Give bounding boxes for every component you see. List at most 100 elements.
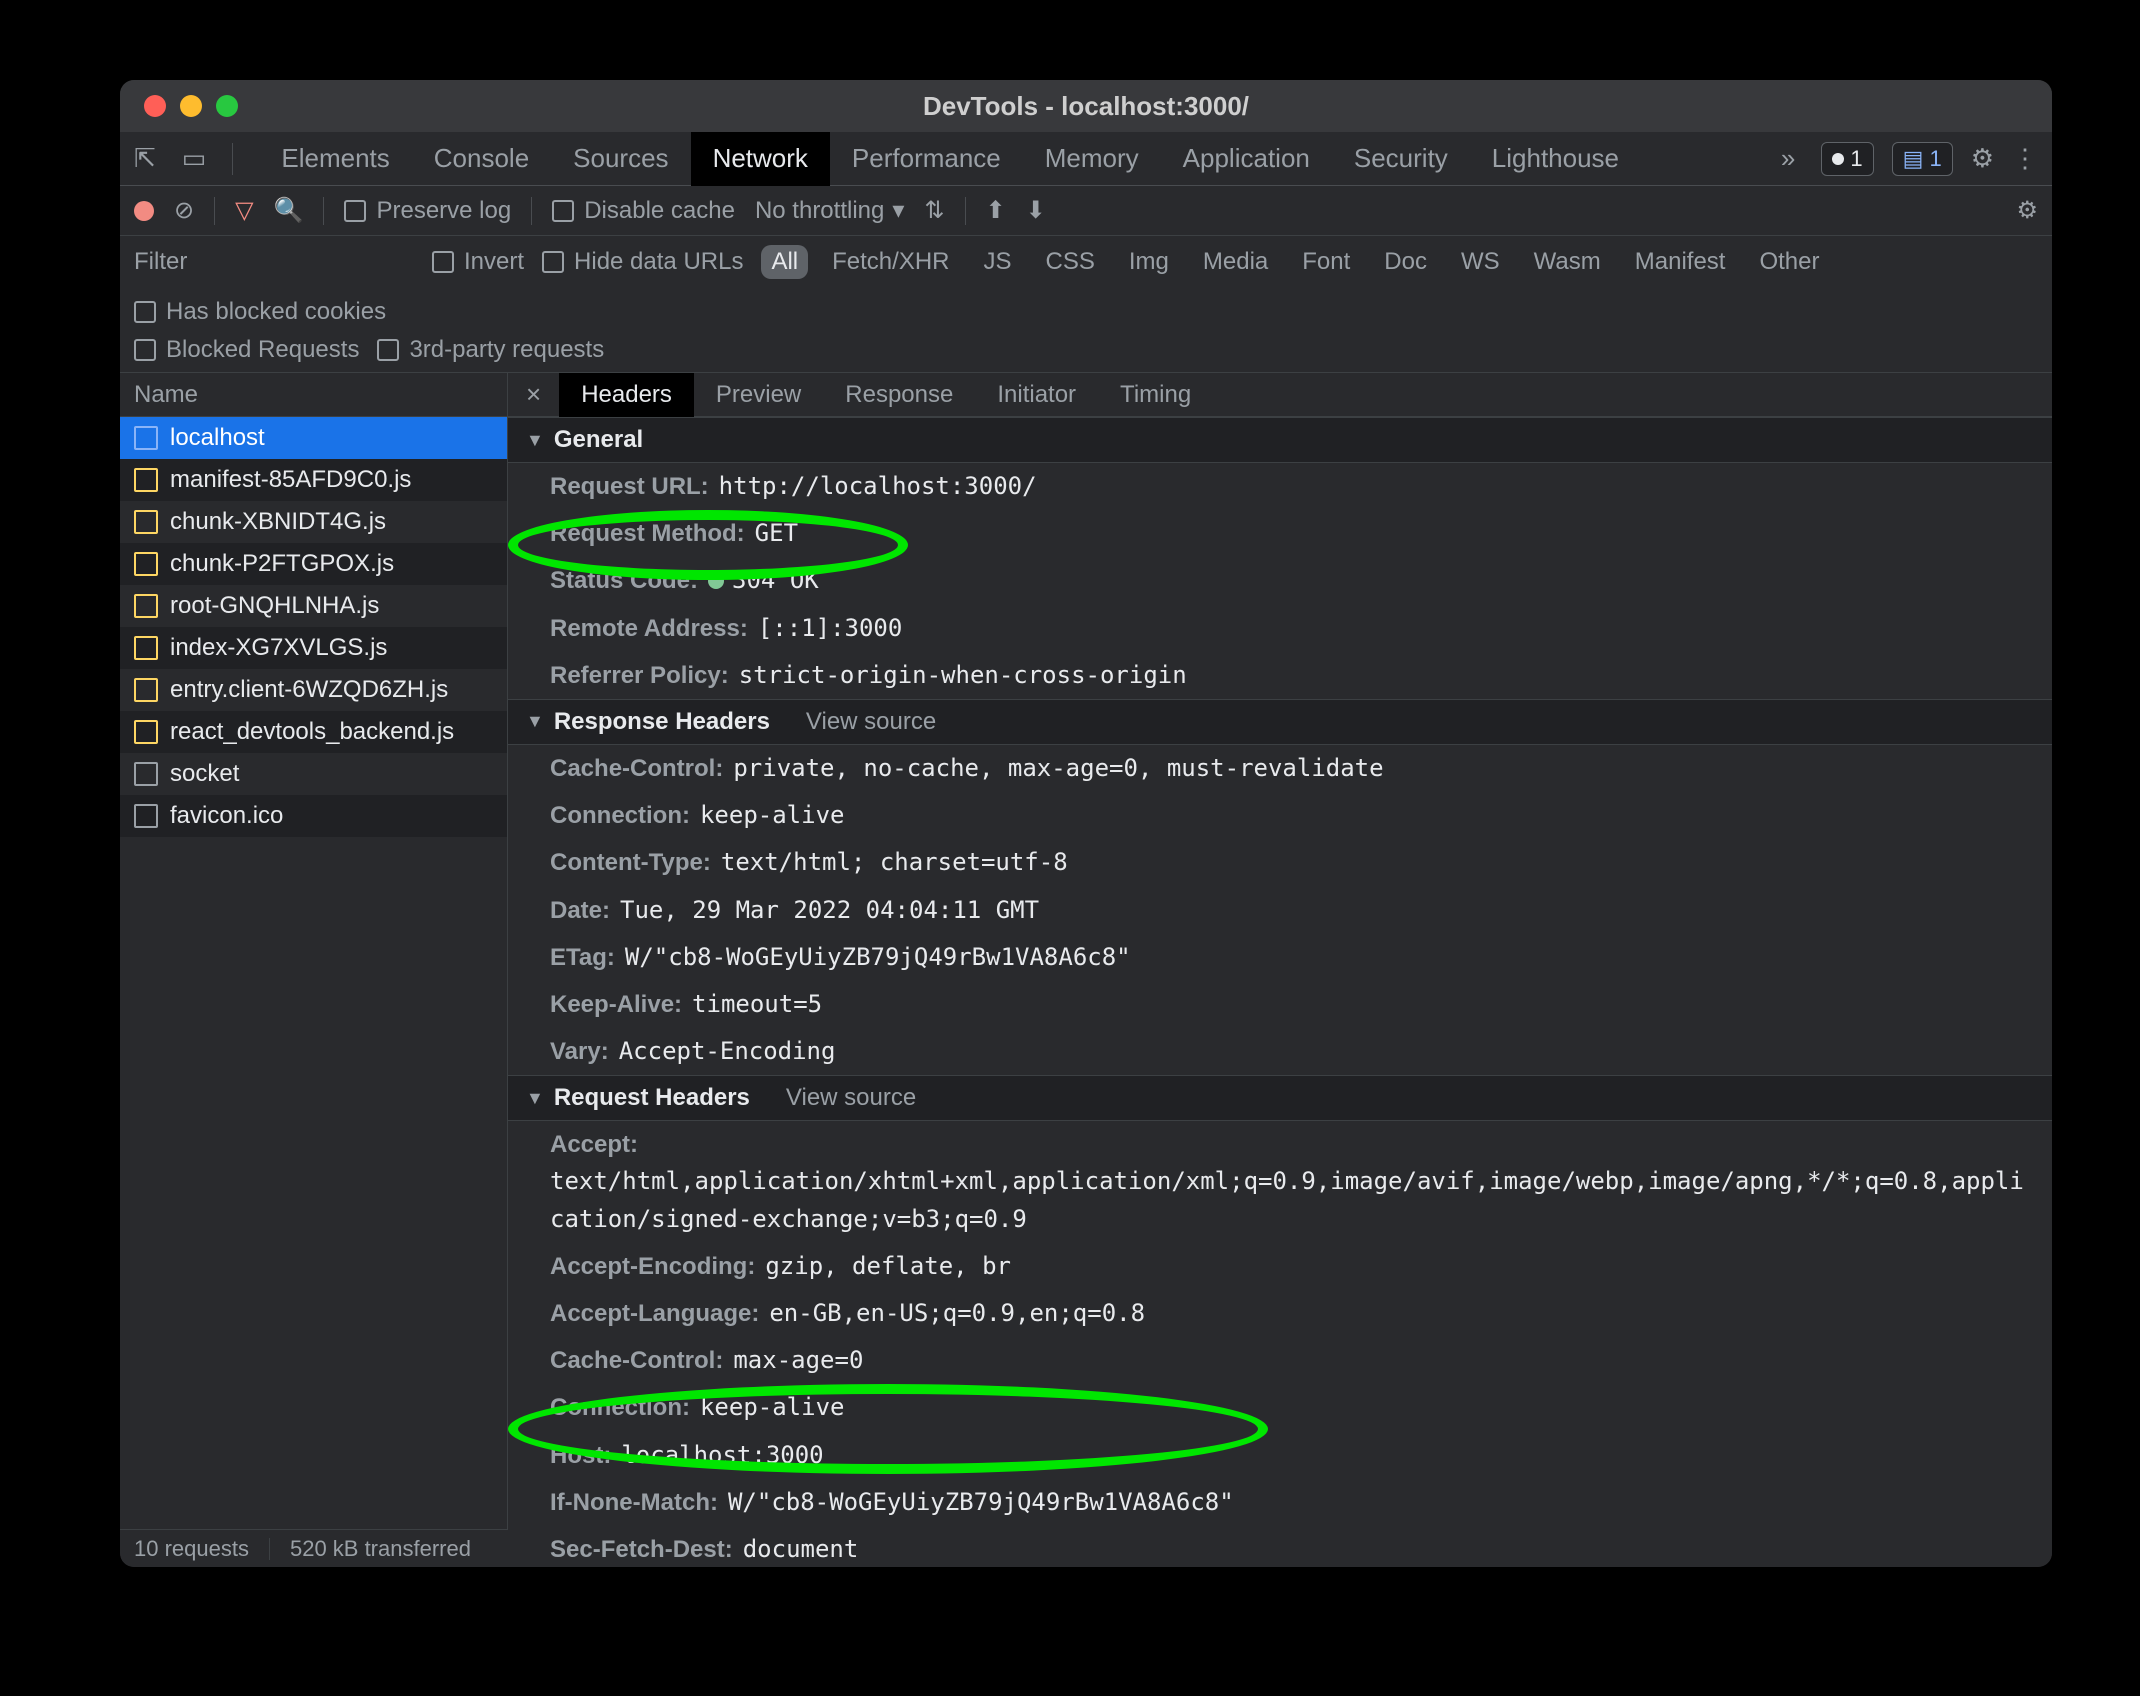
detail-tab-initiator[interactable]: Initiator bbox=[975, 373, 1098, 417]
pill-manifest[interactable]: Manifest bbox=[1625, 245, 1736, 279]
request-row[interactable]: entry.client-6WZQD6ZH.js bbox=[120, 669, 507, 711]
device-toggle-icon[interactable]: ▭ bbox=[182, 143, 207, 174]
throttling-label: No throttling bbox=[755, 197, 884, 225]
pill-fetchxhr[interactable]: Fetch/XHR bbox=[822, 245, 959, 279]
request-row[interactable]: chunk-XBNIDT4G.js bbox=[120, 501, 507, 543]
close-window-button[interactable] bbox=[144, 95, 166, 117]
section-header[interactable]: ▼Response HeadersView source bbox=[508, 699, 2052, 745]
section-title: Response Headers bbox=[554, 708, 770, 736]
message-badge[interactable]: ▤1 bbox=[1892, 142, 1953, 176]
upload-icon[interactable]: ⬆ bbox=[986, 196, 1006, 225]
detail-tab-response[interactable]: Response bbox=[823, 373, 975, 417]
error-badge[interactable]: 1 bbox=[1821, 142, 1873, 176]
main-toolbar: ⇱ ▭ ElementsConsoleSourcesNetworkPerform… bbox=[120, 132, 2052, 186]
detail-tab-preview[interactable]: Preview bbox=[694, 373, 823, 417]
header-row: Accept-Language:en-GB,en-US;q=0.9,en;q=0… bbox=[508, 1290, 2052, 1337]
clear-icon[interactable]: ⊘ bbox=[174, 196, 194, 225]
content-area: Name localhostmanifest-85AFD9C0.jschunk-… bbox=[120, 373, 2052, 1567]
request-name: favicon.ico bbox=[170, 802, 283, 830]
detail-tabs: × HeadersPreviewResponseInitiatorTiming bbox=[508, 373, 2052, 417]
detail-tab-timing[interactable]: Timing bbox=[1098, 373, 1213, 417]
status-bar: 10 requests 520 kB transferred bbox=[120, 1529, 508, 1567]
hide-data-urls-checkbox[interactable]: Hide data URLs bbox=[542, 248, 743, 276]
filter-toggle-icon[interactable]: ▽ bbox=[235, 196, 253, 225]
pill-wasm[interactable]: Wasm bbox=[1524, 245, 1611, 279]
third-party-checkbox[interactable]: 3rd-party requests bbox=[377, 336, 604, 364]
request-row[interactable]: socket bbox=[120, 753, 507, 795]
request-row[interactable]: index-XG7XVLGS.js bbox=[120, 627, 507, 669]
titlebar: DevTools - localhost:3000/ bbox=[120, 80, 2052, 132]
wifi-icon[interactable]: ⇅ bbox=[924, 196, 944, 225]
has-blocked-cookies-checkbox[interactable]: Has blocked cookies bbox=[134, 298, 386, 326]
pill-ws[interactable]: WS bbox=[1451, 245, 1510, 279]
tab-lighthouse[interactable]: Lighthouse bbox=[1470, 132, 1641, 186]
tab-application[interactable]: Application bbox=[1161, 132, 1332, 186]
tab-console[interactable]: Console bbox=[412, 132, 551, 186]
pill-font[interactable]: Font bbox=[1292, 245, 1360, 279]
download-icon[interactable]: ⬇ bbox=[1026, 196, 1046, 225]
tab-memory[interactable]: Memory bbox=[1023, 132, 1161, 186]
section-header[interactable]: ▼Request HeadersView source bbox=[508, 1075, 2052, 1121]
preserve-log-checkbox[interactable]: Preserve log bbox=[344, 197, 511, 225]
request-row[interactable]: favicon.ico bbox=[120, 795, 507, 837]
header-row: Connection:keep-alive bbox=[508, 1384, 2052, 1431]
header-key: Remote Address: bbox=[550, 610, 748, 647]
js-file-icon bbox=[134, 468, 158, 492]
settings-icon[interactable]: ⚙ bbox=[1971, 143, 1994, 174]
request-details: × HeadersPreviewResponseInitiatorTiming … bbox=[508, 373, 2052, 1567]
tab-performance[interactable]: Performance bbox=[830, 132, 1023, 186]
close-details-icon[interactable]: × bbox=[508, 379, 559, 410]
header-key: Content-Type: bbox=[550, 844, 711, 881]
search-icon[interactable]: 🔍 bbox=[274, 196, 304, 225]
disable-cache-checkbox[interactable]: Disable cache bbox=[552, 197, 735, 225]
request-row[interactable]: root-GNQHLNHA.js bbox=[120, 585, 507, 627]
pill-css[interactable]: CSS bbox=[1036, 245, 1105, 279]
pill-media[interactable]: Media bbox=[1193, 245, 1278, 279]
request-row[interactable]: chunk-P2FTGPOX.js bbox=[120, 543, 507, 585]
more-tabs-icon[interactable]: » bbox=[1781, 143, 1795, 174]
header-key: Keep-Alive: bbox=[550, 986, 682, 1023]
pill-all[interactable]: All bbox=[761, 245, 808, 279]
section-header[interactable]: ▼General bbox=[508, 417, 2052, 463]
request-row[interactable]: manifest-85AFD9C0.js bbox=[120, 459, 507, 501]
checkbox-icon bbox=[542, 251, 564, 273]
pill-other[interactable]: Other bbox=[1749, 245, 1829, 279]
header-value: keep-alive bbox=[700, 797, 845, 834]
view-source-link[interactable]: View source bbox=[806, 708, 936, 736]
tab-sources[interactable]: Sources bbox=[551, 132, 690, 186]
divider bbox=[531, 197, 532, 225]
blocked-requests-checkbox[interactable]: Blocked Requests bbox=[134, 336, 359, 364]
view-source-link[interactable]: View source bbox=[786, 1084, 916, 1112]
maximize-window-button[interactable] bbox=[216, 95, 238, 117]
header-row: Keep-Alive: timeout=5 bbox=[508, 981, 2052, 1028]
header-key: If-None-Match: bbox=[550, 1484, 718, 1521]
divider bbox=[965, 197, 966, 225]
pill-js[interactable]: JS bbox=[974, 245, 1022, 279]
throttling-select[interactable]: No throttling▾ bbox=[755, 196, 904, 225]
inspect-icon[interactable]: ⇱ bbox=[134, 143, 156, 174]
divider bbox=[269, 1538, 270, 1560]
filter-input[interactable]: Filter bbox=[134, 244, 414, 280]
error-count: 1 bbox=[1850, 146, 1862, 172]
name-column-header[interactable]: Name bbox=[120, 373, 507, 417]
header-row: Cache-Control:max-age=0 bbox=[508, 1337, 2052, 1384]
pill-img[interactable]: Img bbox=[1119, 245, 1179, 279]
minimize-window-button[interactable] bbox=[180, 95, 202, 117]
header-key: Request Method: bbox=[550, 515, 745, 552]
message-icon: ▤ bbox=[1903, 146, 1924, 172]
record-button[interactable] bbox=[134, 201, 154, 221]
header-value: timeout=5 bbox=[692, 986, 822, 1023]
network-settings-icon[interactable]: ⚙ bbox=[2016, 196, 2038, 225]
request-row[interactable]: localhost bbox=[120, 417, 507, 459]
pill-doc[interactable]: Doc bbox=[1374, 245, 1437, 279]
kebab-menu-icon[interactable]: ⋮ bbox=[2012, 143, 2038, 174]
tab-security[interactable]: Security bbox=[1332, 132, 1470, 186]
detail-tab-headers[interactable]: Headers bbox=[559, 373, 694, 417]
detail-body[interactable]: ▼GeneralRequest URL:http://localhost:300… bbox=[508, 417, 2052, 1567]
tab-elements[interactable]: Elements bbox=[259, 132, 411, 186]
invert-checkbox[interactable]: Invert bbox=[432, 248, 524, 276]
header-value: 304 OK bbox=[708, 562, 819, 599]
request-row[interactable]: react_devtools_backend.js bbox=[120, 711, 507, 753]
tab-network[interactable]: Network bbox=[691, 132, 830, 186]
invert-label: Invert bbox=[464, 248, 524, 276]
